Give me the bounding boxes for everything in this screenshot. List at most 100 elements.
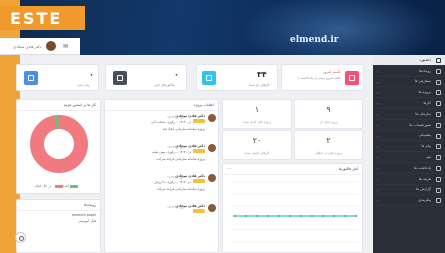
more-icon[interactable]: ⋯ [227, 166, 232, 172]
stat-label: پیام جدید [77, 83, 90, 87]
sidebar-item[interactable]: داشبورد [373, 55, 445, 66]
sidebar-item[interactable]: گزارش ها ‹ [373, 185, 445, 196]
brand-logo-text: ESTE [10, 9, 63, 28]
stat-value: ۰ [89, 70, 94, 79]
alarm-icon [345, 71, 359, 85]
stat-card-messages[interactable]: ۰ پیام جدید [16, 64, 99, 91]
monitor-icon [436, 58, 441, 63]
data-point [311, 215, 313, 217]
settings-icon [436, 198, 441, 204]
data-point [344, 215, 346, 217]
status-badge [193, 179, 205, 183]
data-point [333, 215, 335, 217]
donut-chart [30, 115, 88, 173]
sidebar-item-label: داشبورد [419, 57, 431, 62]
stat-label: فاکتورهای اخیر [154, 83, 175, 87]
watermark-text: elmend.ir [290, 35, 339, 45]
stat-card-open-tasks[interactable]: ۳۴ کارهای باز شما [196, 64, 278, 91]
chevron-left-icon: ‹ [377, 133, 379, 139]
list-item[interactable]: فایل آموزشی [78, 219, 96, 223]
message-icon [436, 144, 441, 150]
chevron-left-icon: ‹ [377, 90, 379, 96]
events-title: رویدادها [17, 200, 100, 211]
sidebar-item[interactable]: هزینه ها ‹ [373, 174, 445, 185]
data-point [267, 215, 269, 217]
activity-date: دیروز در ۱۵:۳۷ [167, 114, 186, 119]
banner-glow [240, 0, 440, 55]
sidebar-item[interactable]: پیکربندی ‹ [373, 195, 445, 207]
stat-card-meetings[interactable]: جلسه امروز ۶ جلسه امروز بیشتر از ماه گذش… [281, 64, 364, 91]
team-icon [436, 155, 441, 161]
brand-logo[interactable]: ESTE [0, 6, 85, 30]
expense-icon [436, 176, 441, 182]
mini-stat-value: ۹ [326, 105, 331, 114]
stat-card-invoices[interactable]: ۰ فاکتورهای اخیر [105, 64, 187, 91]
data-point [300, 215, 302, 217]
donut-panel: کار ها بر اساس هزینه آماده در حال انجام [16, 99, 101, 194]
events-panel: رویدادها research paper فایل آموزشی [16, 199, 101, 253]
mini-stat-label: پروژه های کامل شده [242, 120, 272, 124]
invoice-icon [113, 71, 127, 85]
data-point [234, 215, 236, 217]
user-topbar: ✉ دکتر هادی سجادی [0, 38, 80, 55]
chevron-left-icon: ‹ [377, 176, 379, 182]
chevron-left-icon: ‹ [377, 68, 379, 74]
avatar [208, 114, 216, 122]
chevron-left-icon: ‹ [377, 187, 379, 193]
folder-icon [436, 90, 441, 96]
sidebar-item[interactable]: پروژه ها ‹ [373, 87, 445, 99]
mini-stat-completed-tasks[interactable]: ۲۰ کارهای تکمیل شده [222, 130, 292, 160]
status-badge [193, 119, 205, 123]
activity-date: دیروز در ۱۵:۳۷ [167, 144, 186, 149]
list-item[interactable]: research paper [72, 213, 96, 217]
activity-line: در ۱۴:۳۰ ...رکورد، با ارزش [154, 180, 191, 184]
stat-note: ۶ جلسه امروز بیشتر از ماه گذشته [298, 76, 341, 80]
sidebar-item[interactable]: پشتیبانی ‹ [373, 131, 445, 142]
sidebar-item-label: پیکربندی [418, 198, 431, 203]
donut-title: کار ها بر اساس هزینه [17, 100, 100, 111]
sidebar-item[interactable]: کارها ‹ [373, 98, 445, 109]
invoice-icon [436, 122, 441, 128]
sidebar-item-label: سفارش ها [414, 79, 431, 84]
invoice-chart-panel: آمار فاکتورها ⋯ [222, 163, 363, 253]
sidebar-item[interactable]: پیام ها ‹ [373, 141, 445, 153]
chevron-left-icon: ‹ [377, 122, 379, 128]
donut-ring-ready [30, 115, 88, 173]
sidebar-item-label: پیام ها [421, 144, 431, 149]
data-point [289, 215, 291, 217]
mini-stat-completed-projects[interactable]: ۱ پروژه های کامل شده [222, 99, 292, 129]
sidebar-item[interactable]: رویدادها ‹ [373, 66, 445, 77]
send-icon [24, 71, 38, 85]
sidebar-item-label: یادداشت ها [414, 165, 431, 170]
status-badge [193, 149, 205, 153]
sidebar-item[interactable]: سازمان ها ‹ [373, 109, 445, 120]
report-icon [436, 187, 441, 193]
sidebar-item-label: پشتیبانی [418, 133, 431, 138]
user-name[interactable]: دکتر هادی سجادی [13, 44, 41, 49]
chat-button[interactable] [15, 232, 26, 243]
sidebar-item[interactable]: یادداشت ها ‹ [373, 163, 445, 174]
note-icon [436, 165, 441, 171]
sidebar-item[interactable]: سفارش ها ‹ [373, 77, 445, 88]
mini-stat-open-projects[interactable]: ۹ پروژه های باز [294, 99, 363, 129]
mini-stat-label: پروژه های باز [319, 120, 338, 124]
avatar[interactable] [46, 41, 56, 51]
legend-progress: در حال انجام [35, 184, 52, 188]
legend-ready: آماده [62, 184, 70, 188]
activity-line: در ۱۴:۳۰ ...رکورد، پیش نمایه [152, 150, 191, 154]
data-point [278, 215, 280, 217]
mini-stat-value: ۲۰ [252, 136, 262, 145]
mini-stat-pending-projects[interactable]: ۲ پروژه های در انتظار [294, 130, 363, 160]
stat-value: ۳۴ [257, 70, 267, 79]
stat-value: ۰ [174, 70, 179, 79]
calendar-icon [436, 68, 441, 74]
mail-icon[interactable]: ✉ [63, 43, 68, 50]
sidebar: داشبورد رویدادها ‹ سفارش ها ‹ پروژه ها ‹ کارها ‹… [373, 55, 445, 253]
sidebar-item-label: کارها [423, 101, 431, 106]
donut-legend: آماده در حال انجام [35, 184, 79, 188]
sidebar-item[interactable]: تیم ‹ [373, 152, 445, 163]
chevron-left-icon: ‹ [377, 155, 379, 161]
data-point [245, 215, 247, 217]
sidebar-item[interactable]: صورتحساب ها ‹ [373, 120, 445, 131]
chevron-left-icon: ‹ [377, 144, 379, 150]
